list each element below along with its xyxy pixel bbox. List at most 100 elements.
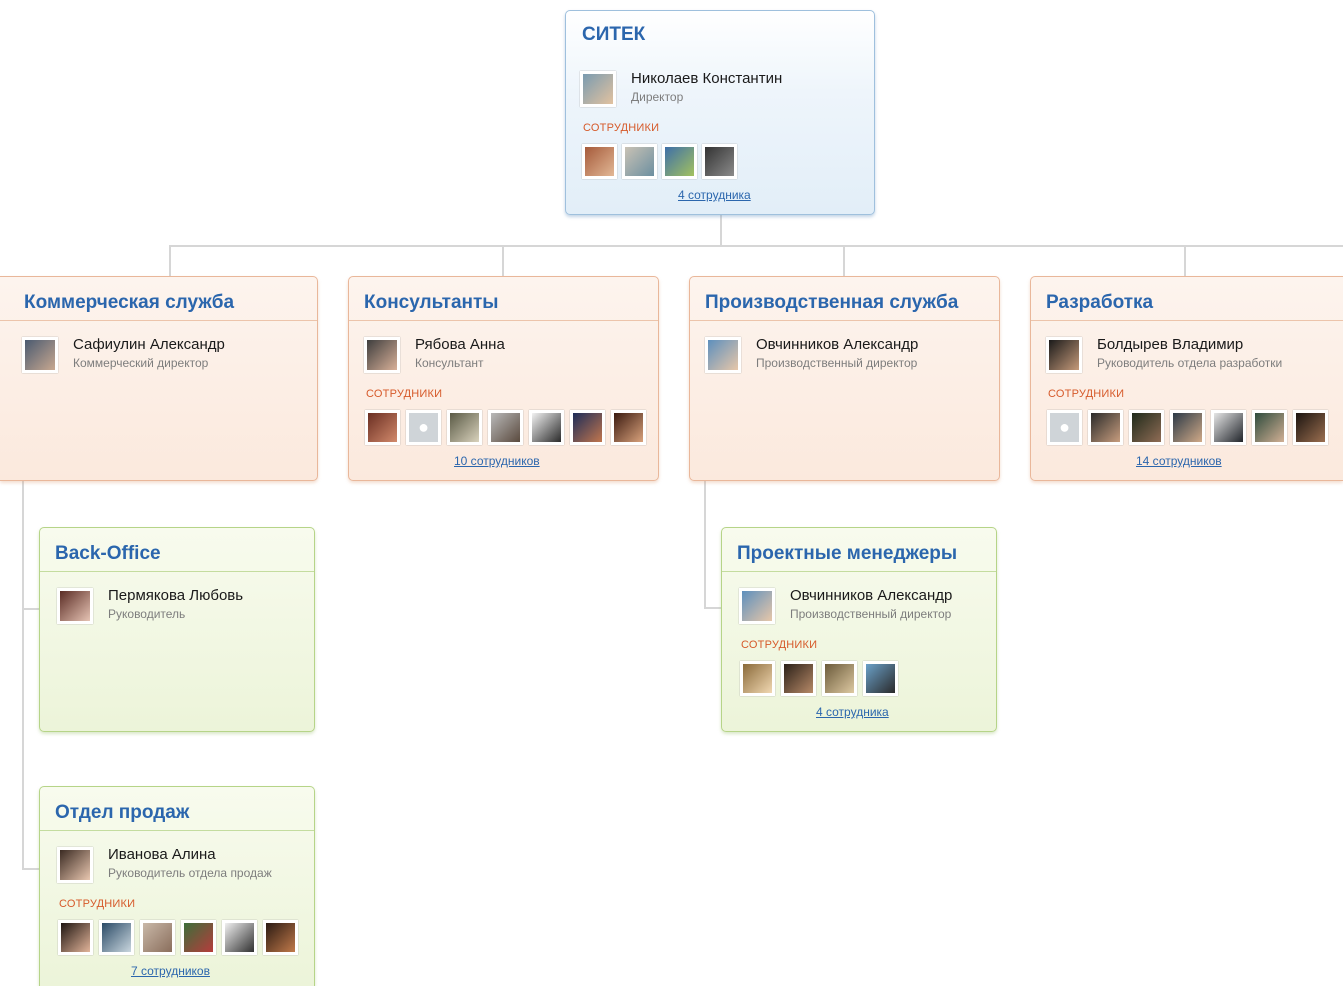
employee-photo[interactable]	[1170, 410, 1205, 445]
company-title[interactable]: СИТЕК	[582, 24, 645, 45]
department-header: Консультанты	[349, 277, 658, 321]
employee-photo[interactable]	[1211, 410, 1246, 445]
staff-thumbnails	[582, 144, 737, 179]
head-role: Директор	[631, 90, 684, 104]
connector-sales	[22, 868, 40, 870]
connector-pm	[704, 607, 722, 609]
department-header: Проектные менеджеры	[722, 528, 996, 572]
head-name[interactable]: Иванова Алина	[108, 846, 216, 863]
connector-commercial	[169, 245, 171, 277]
employee-photo[interactable]	[58, 920, 93, 955]
head-name[interactable]: Болдырев Владимир	[1097, 336, 1243, 353]
employee-count-link[interactable]: 4 сотрудника	[678, 188, 751, 202]
head-role: Коммерческий директор	[73, 356, 209, 370]
connector-production-children	[704, 480, 706, 608]
head-name[interactable]: Овчинников Александр	[790, 587, 952, 604]
department-card-development[interactable]: Разработка Болдырев Владимир Руководител…	[1030, 276, 1343, 481]
department-title[interactable]: Отдел продаж	[55, 802, 189, 823]
connector-horizontal	[169, 245, 1343, 247]
department-title[interactable]: Проектные менеджеры	[737, 543, 957, 564]
employee-photo[interactable]	[263, 920, 298, 955]
department-title[interactable]: Производственная служба	[705, 292, 958, 313]
department-header: Разработка	[1031, 277, 1343, 321]
head-role: Консультант	[415, 356, 484, 370]
head-avatar[interactable]	[705, 337, 741, 373]
head-name[interactable]: Рябова Анна	[415, 336, 505, 353]
head-avatar[interactable]	[580, 71, 616, 107]
employee-photo[interactable]	[488, 410, 523, 445]
employee-photo[interactable]	[622, 144, 657, 179]
employee-photo[interactable]	[365, 410, 400, 445]
employee-photo-placeholder[interactable]: ●	[406, 410, 441, 445]
head-avatar[interactable]	[22, 337, 58, 373]
connector-commercial-children	[22, 480, 24, 870]
employee-photo[interactable]	[181, 920, 216, 955]
connector-root-vertical	[720, 215, 722, 246]
employee-photo[interactable]	[1088, 410, 1123, 445]
staff-thumbnails: ●	[365, 410, 646, 445]
head-role: Руководитель отдела разработки	[1097, 356, 1283, 370]
connector-backoffice	[22, 608, 40, 610]
department-card-project-managers[interactable]: Проектные менеджеры Овчинников Александр…	[721, 527, 997, 732]
head-avatar[interactable]	[57, 847, 93, 883]
head-name[interactable]: Овчинников Александр	[756, 336, 918, 353]
employee-photo[interactable]	[611, 410, 646, 445]
head-avatar[interactable]	[739, 588, 775, 624]
head-role: Производственный директор	[756, 356, 918, 370]
head-avatar[interactable]	[57, 588, 93, 624]
employee-photo[interactable]	[447, 410, 482, 445]
employee-count-link[interactable]: 10 сотрудников	[454, 454, 540, 468]
employee-photo[interactable]	[529, 410, 564, 445]
staff-label: СОТРУДНИКИ	[583, 122, 660, 134]
department-card-production[interactable]: Производственная служба Овчинников Алекс…	[689, 276, 1000, 481]
employee-count-link[interactable]: 14 сотрудников	[1136, 454, 1222, 468]
head-avatar[interactable]	[1046, 337, 1082, 373]
employee-photo[interactable]	[781, 661, 816, 696]
department-card-sales[interactable]: Отдел продаж Иванова Алина Руководитель …	[39, 786, 315, 986]
employee-photo[interactable]	[222, 920, 257, 955]
staff-label: СОТРУДНИКИ	[366, 388, 443, 400]
employee-photo[interactable]	[1252, 410, 1287, 445]
employee-photo[interactable]	[570, 410, 605, 445]
department-header: Коммерческая служба	[0, 277, 317, 321]
connector-development	[1184, 245, 1186, 277]
head-name[interactable]: Николаев Константин	[631, 70, 782, 87]
head-name[interactable]: Пермякова Любовь	[108, 587, 243, 604]
employee-photo[interactable]	[863, 661, 898, 696]
head-role: Производственный директор	[790, 607, 952, 621]
employee-photo[interactable]	[662, 144, 697, 179]
employee-photo[interactable]	[740, 661, 775, 696]
employee-photo[interactable]	[582, 144, 617, 179]
employee-photo[interactable]	[140, 920, 175, 955]
head-role: Руководитель	[108, 607, 186, 621]
employee-photo[interactable]	[702, 144, 737, 179]
head-name[interactable]: Сафиулин Александр	[73, 336, 225, 353]
employee-count-link[interactable]: 7 сотрудников	[131, 964, 210, 978]
department-header: Back-Office	[40, 528, 314, 572]
head-role: Руководитель отдела продаж	[108, 866, 272, 880]
employee-photo-placeholder[interactable]: ●	[1047, 410, 1082, 445]
staff-thumbnails	[740, 661, 898, 696]
staff-label: СОТРУДНИКИ	[59, 898, 136, 910]
department-title[interactable]: Коммерческая служба	[24, 292, 234, 313]
department-title[interactable]: Разработка	[1046, 292, 1153, 313]
staff-thumbnails	[58, 920, 298, 955]
employee-photo[interactable]	[822, 661, 857, 696]
staff-label: СОТРУДНИКИ	[741, 639, 818, 651]
employee-count-link[interactable]: 4 сотрудника	[816, 705, 889, 719]
department-card-consultants[interactable]: Консультанты Рябова Анна Консультант СОТ…	[348, 276, 659, 481]
department-card-commercial[interactable]: Коммерческая служба Сафиулин Александр К…	[0, 276, 318, 481]
department-header: Отдел продаж	[40, 787, 314, 831]
employee-photo[interactable]	[99, 920, 134, 955]
employee-photo[interactable]	[1129, 410, 1164, 445]
staff-thumbnails: ●	[1047, 410, 1328, 445]
staff-label: СОТРУДНИКИ	[1048, 388, 1125, 400]
connector-consultants	[502, 245, 504, 277]
department-title[interactable]: Консультанты	[364, 292, 499, 313]
department-title[interactable]: Back-Office	[55, 543, 161, 564]
company-card[interactable]: СИТЕК Николаев Константин Директор СОТРУ…	[565, 10, 875, 215]
department-card-backoffice[interactable]: Back-Office Пермякова Любовь Руководител…	[39, 527, 315, 732]
employee-photo[interactable]	[1293, 410, 1328, 445]
head-avatar[interactable]	[364, 337, 400, 373]
connector-production	[843, 245, 845, 277]
